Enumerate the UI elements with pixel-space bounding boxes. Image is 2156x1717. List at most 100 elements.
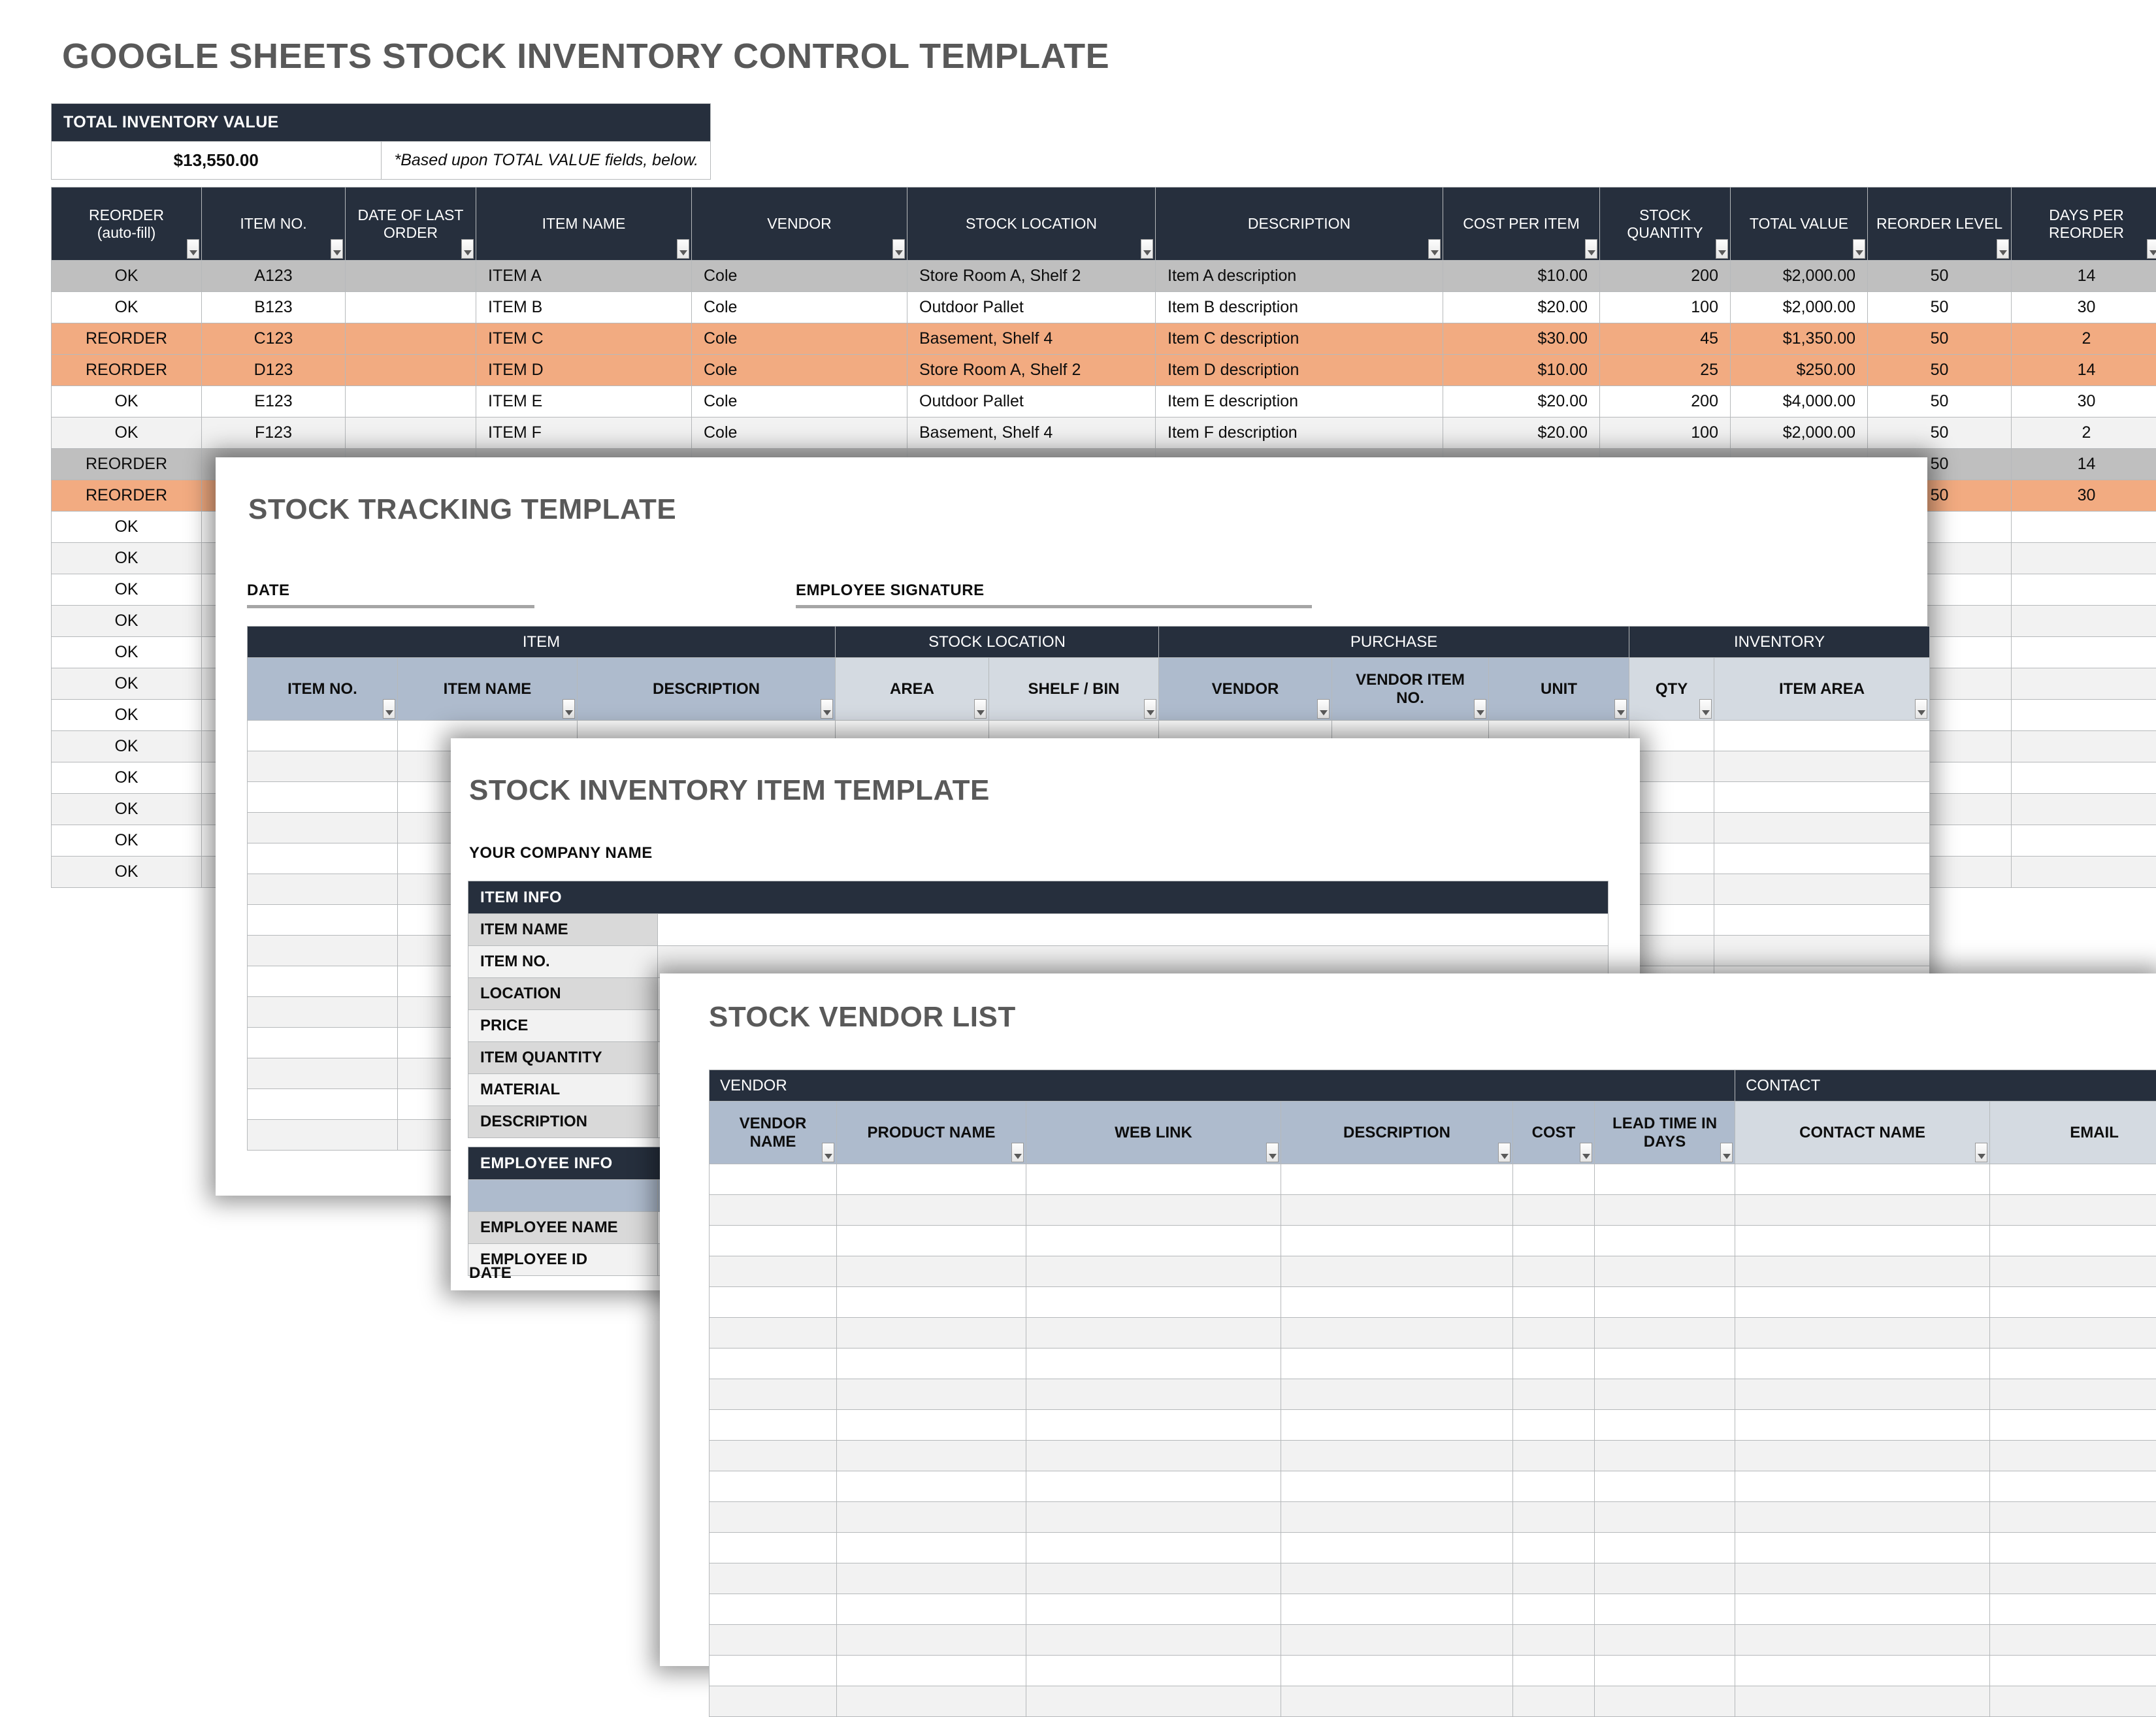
table-cell[interactable] — [248, 782, 398, 813]
column-header-cost[interactable]: COST — [1513, 1102, 1595, 1164]
filter-dropdown-icon[interactable] — [383, 699, 395, 719]
table-cell[interactable] — [2012, 700, 2156, 731]
table-cell[interactable]: Item E description — [1156, 386, 1443, 417]
table-cell[interactable] — [1735, 1471, 1990, 1502]
table-cell[interactable] — [1990, 1625, 2156, 1656]
table-cell[interactable] — [1595, 1349, 1735, 1379]
table-row[interactable] — [710, 1686, 2156, 1717]
filter-dropdown-icon[interactable] — [1474, 699, 1486, 719]
table-cell[interactable]: $1,350.00 — [1731, 323, 1868, 355]
table-cell[interactable] — [710, 1410, 837, 1441]
table-row[interactable] — [710, 1349, 2156, 1379]
table-cell[interactable]: A123 — [202, 261, 346, 292]
table-cell[interactable] — [1026, 1563, 1281, 1594]
table-cell[interactable] — [1513, 1195, 1595, 1226]
table-cell[interactable]: Cole — [692, 386, 907, 417]
column-header-item-no[interactable]: ITEM NO. — [202, 188, 346, 261]
table-cell[interactable] — [1595, 1471, 1735, 1502]
table-cell[interactable] — [1595, 1502, 1735, 1533]
table-cell[interactable] — [1281, 1563, 1513, 1594]
table-cell[interactable] — [1281, 1164, 1513, 1195]
table-cell[interactable]: 45 — [1600, 323, 1731, 355]
table-cell[interactable] — [1595, 1195, 1735, 1226]
table-cell[interactable]: $20.00 — [1443, 417, 1600, 449]
table-cell[interactable] — [1735, 1594, 1990, 1625]
filter-dropdown-icon[interactable] — [822, 1143, 834, 1162]
table-cell[interactable] — [710, 1379, 837, 1410]
table-cell[interactable]: $30.00 — [1443, 323, 1600, 355]
column-header-stock-quantity[interactable]: STOCKQUANTITY — [1600, 188, 1731, 261]
table-cell[interactable] — [248, 874, 398, 905]
table-cell[interactable]: 50 — [1868, 323, 2012, 355]
column-header-vendor[interactable]: VENDOR — [692, 188, 907, 261]
table-cell[interactable]: Cole — [692, 261, 907, 292]
table-cell[interactable] — [1281, 1226, 1513, 1256]
table-cell[interactable] — [248, 905, 398, 936]
table-cell[interactable] — [837, 1256, 1026, 1287]
filter-dropdown-icon[interactable] — [1997, 239, 2009, 259]
table-row[interactable] — [710, 1471, 2156, 1502]
table-cell[interactable] — [1990, 1318, 2156, 1349]
table-row[interactable] — [710, 1195, 2156, 1226]
column-header-item-no[interactable]: ITEM NO. — [248, 658, 398, 721]
table-cell[interactable]: OK — [52, 731, 202, 762]
table-cell[interactable]: 200 — [1600, 261, 1731, 292]
filter-dropdown-icon[interactable] — [1975, 1143, 1987, 1162]
table-cell[interactable] — [248, 813, 398, 843]
table-cell[interactable]: Item F description — [1156, 417, 1443, 449]
table-cell[interactable] — [1281, 1441, 1513, 1471]
table-cell[interactable]: 14 — [2012, 449, 2156, 480]
table-cell[interactable] — [248, 721, 398, 751]
table-cell[interactable] — [837, 1594, 1026, 1625]
table-cell[interactable] — [710, 1164, 837, 1195]
column-header-contact-name[interactable]: CONTACT NAME — [1735, 1102, 1990, 1164]
table-cell[interactable] — [1026, 1164, 1281, 1195]
table-cell[interactable] — [1714, 721, 1930, 751]
table-cell[interactable]: OK — [52, 637, 202, 668]
table-cell[interactable] — [1735, 1256, 1990, 1287]
table-cell[interactable] — [1735, 1563, 1990, 1594]
table-cell[interactable] — [2012, 512, 2156, 543]
table-cell[interactable]: ITEM B — [476, 292, 692, 323]
table-row[interactable] — [710, 1379, 2156, 1410]
table-cell[interactable] — [1990, 1349, 2156, 1379]
table-cell[interactable] — [710, 1502, 837, 1533]
table-cell[interactable]: E123 — [202, 386, 346, 417]
table-cell[interactable] — [1281, 1533, 1513, 1563]
table-cell[interactable]: C123 — [202, 323, 346, 355]
table-cell[interactable]: Outdoor Pallet — [907, 292, 1156, 323]
table-cell[interactable] — [1026, 1625, 1281, 1656]
table-cell[interactable] — [1714, 905, 1930, 936]
table-row[interactable] — [710, 1625, 2156, 1656]
table-cell[interactable] — [710, 1287, 837, 1318]
filter-dropdown-icon[interactable] — [1614, 699, 1627, 719]
table-cell[interactable]: OK — [52, 417, 202, 449]
table-cell[interactable] — [1026, 1533, 1281, 1563]
table-cell[interactable] — [248, 1120, 398, 1151]
table-row[interactable] — [710, 1287, 2156, 1318]
table-cell[interactable]: 14 — [2012, 261, 2156, 292]
table-cell[interactable] — [1513, 1502, 1595, 1533]
table-cell[interactable]: OK — [52, 574, 202, 606]
filter-dropdown-icon[interactable] — [1853, 239, 1865, 259]
table-cell[interactable] — [1714, 936, 1930, 966]
table-cell[interactable] — [2012, 668, 2156, 700]
filter-dropdown-icon[interactable] — [1716, 239, 1728, 259]
table-cell[interactable] — [1595, 1226, 1735, 1256]
table-cell[interactable] — [248, 1058, 398, 1089]
table-cell[interactable] — [1714, 782, 1930, 813]
filter-dropdown-icon[interactable] — [1720, 1143, 1733, 1162]
table-cell[interactable] — [710, 1195, 837, 1226]
column-header-description[interactable]: DESCRIPTION — [1281, 1102, 1513, 1164]
table-cell[interactable] — [837, 1318, 1026, 1349]
table-cell[interactable] — [1735, 1625, 1990, 1656]
table-cell[interactable] — [346, 417, 476, 449]
table-cell[interactable]: 30 — [2012, 386, 2156, 417]
table-cell[interactable] — [1629, 905, 1714, 936]
table-cell[interactable] — [1026, 1441, 1281, 1471]
table-cell[interactable] — [1281, 1502, 1513, 1533]
table-cell[interactable] — [837, 1686, 1026, 1717]
table-cell[interactable] — [837, 1349, 1026, 1379]
table-cell[interactable] — [710, 1226, 837, 1256]
table-cell[interactable]: Cole — [692, 355, 907, 386]
